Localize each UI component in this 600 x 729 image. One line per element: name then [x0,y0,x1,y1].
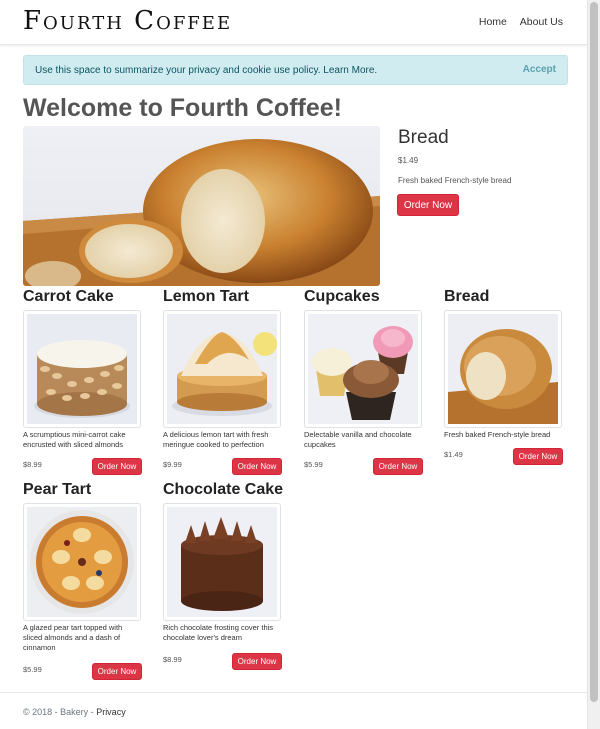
order-now-button[interactable]: Order Now [513,448,563,465]
bread-image [444,310,562,428]
chocolate-cake-image [163,503,281,621]
product-price: $8.99 [163,655,182,664]
carrot-cake-image [23,310,141,428]
product-name: Cupcakes [304,288,380,305]
privacy-link[interactable]: Privacy [96,707,126,717]
accept-cookie-button[interactable]: Accept [523,64,556,75]
product-description: Fresh baked French-style bread [444,430,551,439]
order-now-button[interactable]: Order Now [232,653,282,670]
order-now-button[interactable]: Order Now [92,458,142,475]
order-now-button[interactable]: Order Now [373,458,423,475]
featured-product-name: Bread [398,127,449,148]
product-price: $9.99 [163,460,182,469]
product-name: Chocolate Cake [163,481,284,498]
vertical-scrollbar[interactable] [587,0,600,729]
product-price: $5.99 [304,460,323,469]
product-name: Pear Tart [23,481,92,498]
product-description: A glazed pear tart topped with sliced al… [23,623,123,652]
featured-product-description: Fresh baked French-style bread [398,176,512,185]
product-description: Rich chocolate frosting cover this choco… [163,623,274,642]
product-price: $5.99 [23,665,42,674]
nav-links: Home About Us [469,16,563,28]
product-description: A delicious lemon tart with fresh mering… [163,430,269,449]
brand-logo[interactable]: Fourth Coffee [23,6,232,36]
order-now-button[interactable]: Order Now [92,663,142,680]
order-now-button[interactable]: Order Now [232,458,282,475]
cookie-message: Use this space to summarize your privacy… [35,65,321,76]
cookie-text: Use this space to summarize your privacy… [35,65,377,76]
featured-product-price: $1.49 [398,156,419,165]
product-description: Delectable vanilla and chocolate cupcake… [304,430,412,449]
nav-home-link[interactable]: Home [479,16,507,28]
product-name: Lemon Tart [163,288,249,305]
scrollbar-thumb[interactable] [590,2,598,702]
featured-bread-image [23,126,380,286]
learn-more-link[interactable]: Learn More. [323,65,377,76]
product-name: Bread [444,288,490,305]
footer-copyright: © 2018 - Bakery - [23,707,94,717]
footer-divider [0,692,588,693]
product-description: A scrumptious mini-carrot cake encrusted… [23,430,126,449]
navbar: Fourth Coffee Home About Us [0,0,588,45]
page-title: Welcome to Fourth Coffee! [23,94,342,122]
product-price: $8.99 [23,460,42,469]
nav-about-link[interactable]: About Us [520,16,563,28]
product-name: Carrot Cake [23,288,114,305]
footer: © 2018 - Bakery - Privacy [23,707,126,717]
featured-order-now-button[interactable]: Order Now [397,194,459,216]
product-price: $1.49 [444,450,463,459]
pear-tart-image [23,503,141,621]
cookie-consent-banner: Use this space to summarize your privacy… [23,55,568,85]
lemon-tart-image [163,310,281,428]
cupcakes-image [304,310,422,428]
